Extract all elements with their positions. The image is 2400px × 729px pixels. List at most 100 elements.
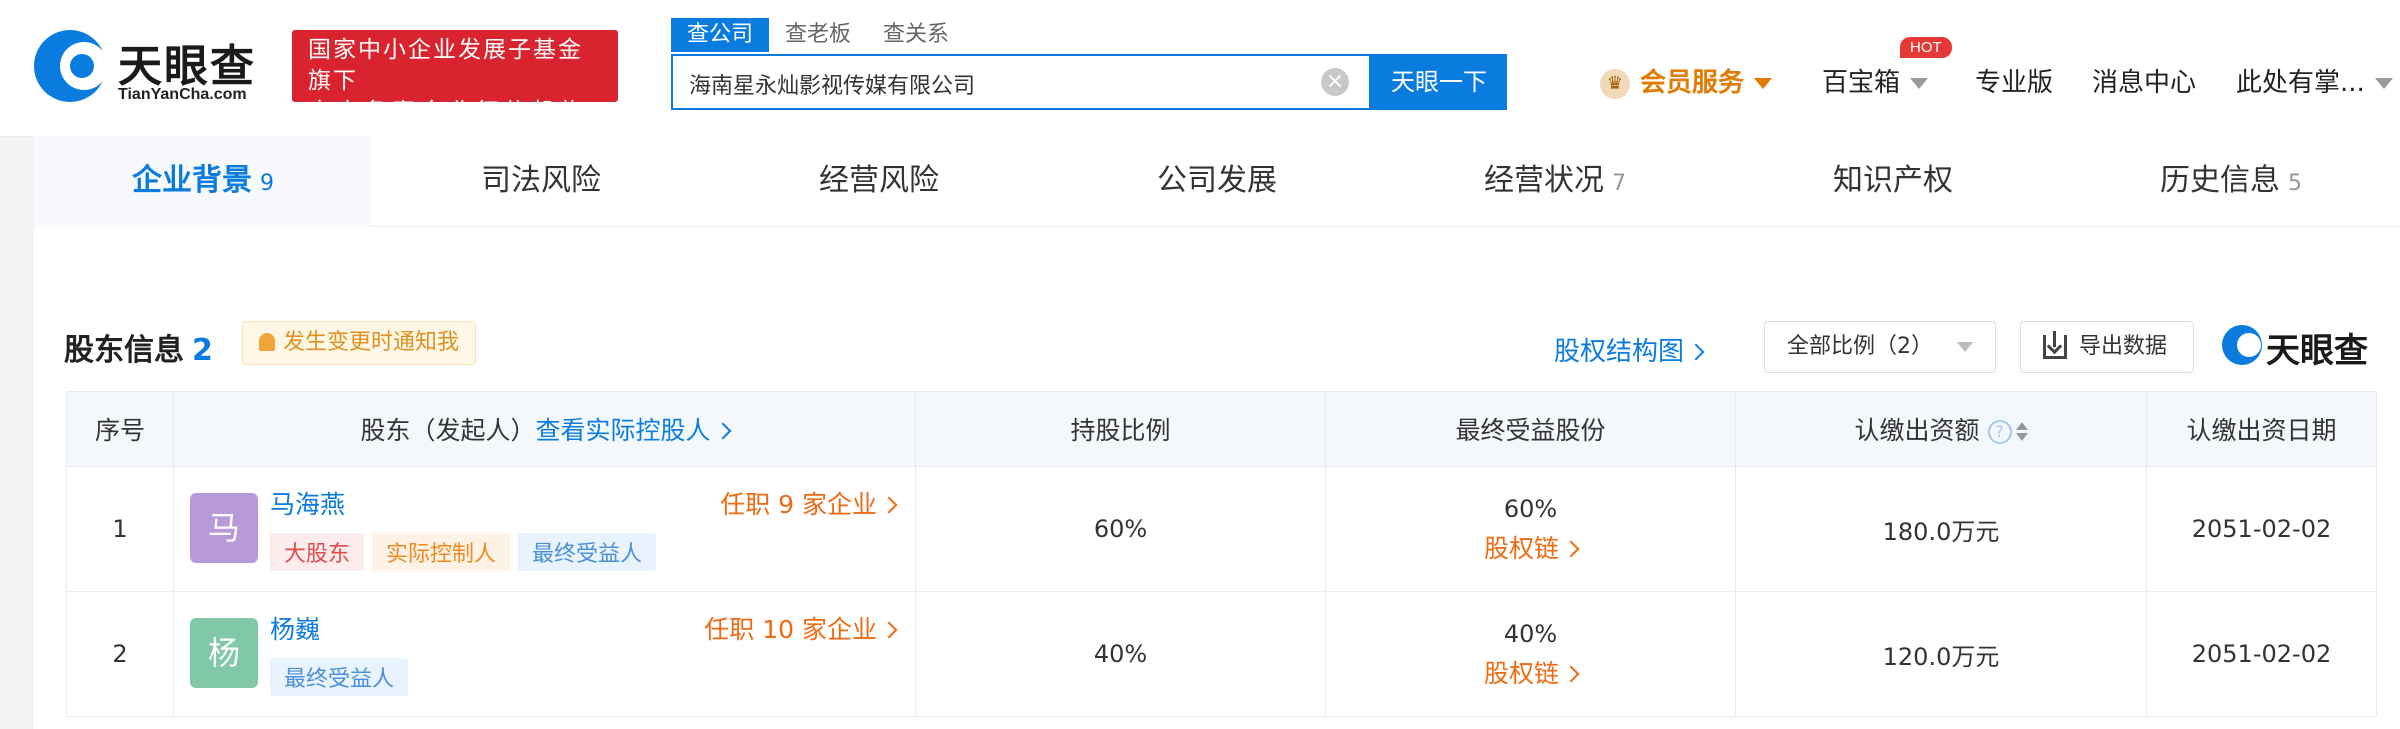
subscribed-date: 2051-02-02 — [2146, 466, 2377, 592]
watermark-text: 天眼查 — [2266, 331, 2368, 371]
shareholder-table: 序号 股东（发起人）查看实际控股人 持股比例 最终受益股份 认缴出资额? 认缴出… — [66, 391, 2377, 717]
tab-label: 历史信息 — [2160, 163, 2280, 198]
equity-chain-label: 股权链 — [1483, 534, 1559, 563]
vip-service-menu[interactable]: ♛ 会员服务 — [1600, 62, 1773, 99]
subscribed-amount: 120.0万元 — [1735, 591, 2147, 717]
equity-chain-label: 股权链 — [1483, 659, 1559, 688]
help-icon[interactable]: ? — [1987, 420, 2012, 444]
tab-intellectual-property[interactable]: 知识产权 — [1724, 136, 2062, 227]
user-menu[interactable]: 此处有掌... — [2236, 62, 2393, 99]
chevron-right-icon — [714, 422, 732, 440]
tab-business-status[interactable]: 经营状况 7 — [1386, 136, 1724, 227]
equity-chain-link[interactable]: 股权链 — [1326, 529, 1735, 569]
search-tab-company[interactable]: 查公司 — [671, 18, 770, 52]
col-header-final-benefit: 最终受益股份 — [1325, 391, 1736, 467]
col-header-shareholder-label: 股东（发起人） — [360, 416, 536, 445]
holding-ratio: 60% — [915, 466, 1326, 592]
col-header-index: 序号 — [66, 391, 174, 467]
tab-history[interactable]: 历史信息 5 — [2062, 136, 2400, 227]
toolbox-menu[interactable]: 百宝箱 — [1822, 62, 1929, 99]
table-header-row: 序号 股东（发起人）查看实际控股人 持股比例 最终受益股份 认缴出资额? 认缴出… — [66, 391, 2377, 467]
download-icon — [2043, 331, 2067, 359]
notify-label: 发生变更时通知我 — [283, 330, 460, 355]
chevron-down-icon — [1957, 342, 1973, 352]
tab-label: 知识产权 — [1833, 163, 1953, 198]
shareholder-name-link[interactable]: 马海燕 — [270, 485, 345, 521]
tag-final-beneficiary: 最终受益人 — [518, 533, 657, 571]
final-benefit-ratio: 60% — [1503, 495, 1558, 523]
subscribed-date: 2051-02-02 — [2146, 591, 2377, 717]
tab-company-development[interactable]: 公司发展 — [1048, 136, 1386, 227]
table-row: 2 杨 杨巍 任职 10 家企业 最终受益人 40% 40% 股权链 120.0… — [66, 591, 2377, 717]
tab-label: 企业背景 — [132, 163, 252, 198]
logo-eye-icon — [34, 30, 108, 102]
hot-badge: HOT — [1900, 37, 1952, 58]
export-data-button[interactable]: 导出数据 — [2020, 321, 2194, 373]
chevron-down-icon — [2374, 78, 2393, 89]
crown-icon: ♛ — [1600, 68, 1630, 99]
tab-label: 经营状况 — [1484, 163, 1604, 198]
tab-operational-risk[interactable]: 经营风险 — [710, 136, 1048, 227]
col-header-ratio: 持股比例 — [915, 391, 1326, 467]
search-tab-boss[interactable]: 查老板 — [769, 18, 867, 52]
equity-structure-link[interactable]: 股权结构图 — [1554, 331, 1705, 368]
col-header-subscribed-label: 认缴出资额 — [1854, 416, 1980, 445]
chevron-down-icon — [1754, 78, 1773, 89]
chevron-right-icon — [1562, 665, 1580, 683]
tab-count: 5 — [2288, 171, 2302, 196]
tab-count: 7 — [1612, 171, 1626, 196]
pro-version-link[interactable]: 专业版 — [1975, 62, 2053, 99]
avatar[interactable]: 杨 — [190, 618, 258, 688]
col-header-shareholder: 股东（发起人）查看实际控股人 — [173, 391, 916, 467]
chevron-right-icon — [1562, 540, 1580, 558]
equity-chain-link[interactable]: 股权链 — [1326, 654, 1735, 694]
search-input[interactable]: 海南星永灿影视传媒有限公司 × — [671, 54, 1371, 110]
final-benefit-cell: 60% 股权链 — [1325, 466, 1736, 592]
actual-controller-label: 查看实际控股人 — [535, 416, 711, 445]
shareholder-tags: 最终受益人 — [270, 658, 409, 696]
tab-judicial-risk[interactable]: 司法风险 — [372, 136, 710, 227]
ratio-filter-value: 全部比例（2） — [1787, 334, 1933, 359]
chevron-right-icon — [880, 621, 898, 639]
clear-icon[interactable]: × — [1321, 68, 1349, 96]
search-type-tabs: 查公司 查老板 查关系 — [671, 18, 965, 54]
avatar[interactable]: 马 — [190, 493, 258, 563]
positions-link[interactable]: 任职 9 家企业 — [720, 485, 898, 521]
shareholder-name-link[interactable]: 杨巍 — [270, 610, 320, 646]
ratio-filter-select[interactable]: 全部比例（2） — [1764, 321, 1996, 373]
positions-link[interactable]: 任职 10 家企业 — [704, 610, 898, 646]
row-index: 2 — [66, 591, 174, 717]
top-header: 天眼查 TianYanCha.com 国家中小企业发展子基金旗下 官方备案企业征… — [0, 0, 2400, 136]
tag-actual-controller: 实际控制人 — [372, 533, 511, 571]
shareholder-cell: 马 马海燕 任职 9 家企业 大股东 实际控制人 最终受益人 — [173, 466, 916, 592]
equity-link-label: 股权结构图 — [1554, 337, 1685, 367]
shareholder-cell: 杨 杨巍 任职 10 家企业 最终受益人 — [173, 591, 916, 717]
bell-icon — [259, 333, 275, 351]
section-title: 股东信息 2 — [64, 325, 213, 369]
holding-ratio: 40% — [915, 591, 1326, 717]
shareholder-tags: 大股东 实际控制人 最终受益人 — [270, 533, 657, 571]
tianyancha-watermark-logo: 天眼查 — [2222, 321, 2382, 371]
message-center-link[interactable]: 消息中心 — [2092, 62, 2196, 99]
table-row: 1 马 马海燕 任职 9 家企业 大股东 实际控制人 最终受益人 60% 60%… — [66, 466, 2377, 592]
col-header-subscribed[interactable]: 认缴出资额? — [1735, 391, 2147, 467]
tab-enterprise-background[interactable]: 企业背景 9 — [34, 136, 372, 227]
tag-final-beneficiary: 最终受益人 — [270, 658, 409, 696]
sort-icon[interactable] — [2015, 422, 2028, 442]
chevron-right-icon — [1687, 343, 1705, 361]
official-badge: 国家中小企业发展子基金旗下 官方备案企业征信机构 — [292, 30, 618, 125]
search-tab-relation[interactable]: 查关系 — [867, 18, 965, 52]
section-title-text: 股东信息 — [64, 333, 184, 368]
notify-on-change-button[interactable]: 发生变更时通知我 — [242, 321, 477, 365]
tab-label: 公司发展 — [1157, 163, 1277, 198]
logo-text: 天眼查 — [118, 41, 256, 92]
tab-label: 经营风险 — [819, 163, 939, 198]
final-benefit-cell: 40% 股权链 — [1325, 591, 1736, 717]
chevron-right-icon — [880, 496, 898, 514]
search-button[interactable]: 天眼一下 — [1371, 54, 1507, 110]
actual-controller-link[interactable]: 查看实际控股人 — [535, 416, 732, 445]
toolbox-label: 百宝箱 — [1822, 68, 1901, 98]
tianyancha-logo[interactable]: 天眼查 TianYanCha.com — [34, 30, 274, 106]
user-name: 此处有掌... — [2236, 68, 2365, 98]
chevron-down-icon — [1910, 78, 1929, 89]
